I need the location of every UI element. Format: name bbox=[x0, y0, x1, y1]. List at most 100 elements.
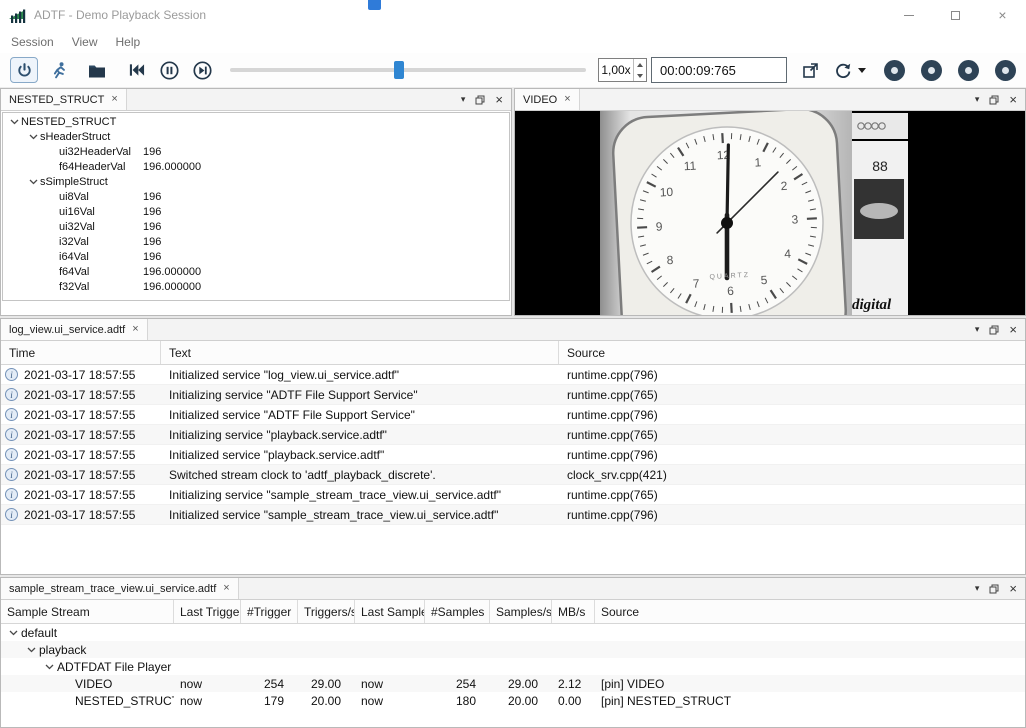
menu-item[interactable]: Help bbox=[107, 35, 150, 49]
float-panel-button[interactable] bbox=[989, 95, 999, 105]
timeline-slider[interactable] bbox=[230, 59, 586, 81]
marker-button-1[interactable] bbox=[884, 60, 905, 81]
tab-close-icon[interactable]: × bbox=[132, 324, 138, 335]
log-row[interactable]: i 2021-03-17 18:57:55 Initialized servic… bbox=[1, 445, 1025, 465]
log-row[interactable]: i 2021-03-17 18:57:55 Initializing servi… bbox=[1, 425, 1025, 445]
trace-row[interactable]: VIDEO now25429.00now25429.002.12[pin] VI… bbox=[1, 675, 1025, 692]
tree-row[interactable]: f32Val 196.000000 bbox=[3, 279, 509, 294]
skip-to-end-button[interactable] bbox=[189, 57, 215, 83]
tree-row[interactable]: i64Val 196 bbox=[3, 249, 509, 264]
trace-row[interactable]: ADTFDAT File Player bbox=[1, 658, 1025, 675]
log-row[interactable]: i 2021-03-17 18:57:55 Initialized servic… bbox=[1, 405, 1025, 425]
trace-column-header[interactable]: #Samples bbox=[425, 600, 490, 623]
power-toggle-button[interactable] bbox=[10, 57, 38, 83]
playback-speed-spinbox[interactable]: 1,00x bbox=[598, 58, 647, 82]
float-panel-button[interactable] bbox=[475, 95, 485, 105]
log-column-header[interactable]: Time bbox=[1, 341, 161, 364]
log-row[interactable]: i 2021-03-17 18:57:55 Initialized servic… bbox=[1, 365, 1025, 385]
trace-row[interactable]: NESTED_STRUCT now17920.00now18020.000.00… bbox=[1, 692, 1025, 709]
tab-log-view[interactable]: log_view.ui_service.adtf × bbox=[1, 319, 148, 340]
float-panel-button[interactable] bbox=[989, 325, 999, 335]
tab-close-icon[interactable]: × bbox=[223, 583, 229, 594]
tree-expand-chevron[interactable] bbox=[26, 179, 40, 185]
playback-time-display[interactable]: 00:00:09:765 bbox=[651, 57, 787, 83]
log-row[interactable]: i 2021-03-17 18:57:55 Initializing servi… bbox=[1, 485, 1025, 505]
log-row[interactable]: i 2021-03-17 18:57:55 Switched stream cl… bbox=[1, 465, 1025, 485]
tree-row[interactable]: f64HeaderVal 196.000000 bbox=[3, 159, 509, 174]
close-panel-button[interactable]: × bbox=[495, 93, 503, 106]
skip-to-start-button[interactable] bbox=[123, 57, 149, 83]
tree-expand-chevron[interactable] bbox=[7, 119, 21, 125]
tab-close-icon[interactable]: × bbox=[111, 94, 117, 105]
tree-row[interactable]: f64Val 196.000000 bbox=[3, 264, 509, 279]
trace-column-header[interactable]: #Trigger bbox=[241, 600, 298, 623]
tree-row[interactable]: ui8Val 196 bbox=[3, 189, 509, 204]
tree-row[interactable]: ui16Val 196 bbox=[3, 204, 509, 219]
trace-column-header[interactable]: Sample Stream bbox=[1, 600, 174, 623]
column-header-label: Last Sample bbox=[361, 605, 425, 619]
tree-row[interactable]: i32Val 196 bbox=[3, 234, 509, 249]
timeline-slider-handle[interactable] bbox=[394, 61, 404, 79]
tree-node-label: i32Val bbox=[59, 236, 89, 248]
panel-controls: ▾ × bbox=[453, 89, 511, 110]
loop-options-dropdown[interactable] bbox=[858, 68, 866, 73]
tab-nested-struct[interactable]: NESTED_STRUCT × bbox=[1, 89, 127, 110]
log-source: clock_srv.cpp(421) bbox=[559, 468, 1025, 482]
panel-menu-button[interactable]: ▾ bbox=[975, 325, 980, 334]
menu-item[interactable]: Session bbox=[2, 35, 63, 49]
pause-button[interactable] bbox=[156, 57, 182, 83]
trace-column-header[interactable]: Source bbox=[595, 600, 1025, 623]
close-button[interactable]: × bbox=[979, 0, 1026, 30]
panel-menu-button[interactable]: ▾ bbox=[975, 584, 980, 593]
loop-playback-button[interactable] bbox=[830, 57, 856, 83]
card-digital-text: digital bbox=[852, 297, 892, 313]
tree-row[interactable]: sHeaderStruct bbox=[3, 129, 509, 144]
panel-menu-button[interactable]: ▾ bbox=[975, 95, 980, 104]
menu-item[interactable]: View bbox=[63, 35, 107, 49]
trace-column-header[interactable]: Samples/s bbox=[490, 600, 552, 623]
tree-row[interactable]: sSimpleStruct bbox=[3, 174, 509, 189]
tree-row[interactable]: ui32Val 196 bbox=[3, 219, 509, 234]
maximize-button[interactable] bbox=[932, 0, 979, 30]
close-panel-button[interactable]: × bbox=[1009, 323, 1017, 336]
trace-column-header[interactable]: Triggers/s bbox=[298, 600, 355, 623]
close-panel-button[interactable]: × bbox=[1009, 582, 1017, 595]
log-row[interactable]: i 2021-03-17 18:57:55 Initializing servi… bbox=[1, 385, 1025, 405]
tree-row[interactable]: NESTED_STRUCT bbox=[3, 114, 509, 129]
log-table-header: Time Text Source bbox=[1, 341, 1025, 365]
panel-menu-button[interactable]: ▾ bbox=[461, 95, 466, 104]
log-column-header[interactable]: Source bbox=[559, 341, 1025, 364]
log-time: 2021-03-17 18:57:55 bbox=[24, 408, 135, 422]
log-time-cell: i 2021-03-17 18:57:55 bbox=[1, 488, 161, 502]
detach-view-button[interactable] bbox=[797, 57, 823, 83]
trace-row[interactable]: default bbox=[1, 624, 1025, 641]
open-file-button[interactable] bbox=[84, 57, 110, 83]
tab-video[interactable]: VIDEO × bbox=[515, 89, 580, 110]
tab-close-icon[interactable]: × bbox=[564, 94, 570, 105]
stream-label: NESTED_STRUCT bbox=[75, 694, 174, 708]
tree-expand-chevron[interactable] bbox=[41, 664, 57, 670]
marker-button-4[interactable] bbox=[995, 60, 1016, 81]
minimize-button[interactable] bbox=[885, 0, 932, 30]
trace-column-header[interactable]: MB/s bbox=[552, 600, 595, 623]
tree-expand-chevron[interactable] bbox=[23, 647, 39, 653]
marker-button-3[interactable] bbox=[958, 60, 979, 81]
float-panel-button[interactable] bbox=[989, 584, 999, 594]
pause-icon bbox=[160, 61, 179, 80]
tree-expand-chevron[interactable] bbox=[26, 134, 40, 140]
marker-button-2[interactable] bbox=[921, 60, 942, 81]
run-session-button[interactable] bbox=[45, 57, 71, 83]
timeline-slider-track[interactable] bbox=[230, 68, 586, 72]
log-panel: log_view.ui_service.adtf × ▾ × Time Text bbox=[0, 318, 1026, 575]
speed-up-button[interactable] bbox=[634, 59, 646, 70]
tree-row[interactable]: ui32HeaderVal 196 bbox=[3, 144, 509, 159]
close-panel-button[interactable]: × bbox=[1009, 93, 1017, 106]
log-row[interactable]: i 2021-03-17 18:57:55 Initialized servic… bbox=[1, 505, 1025, 525]
tab-sample-stream-trace[interactable]: sample_stream_trace_view.ui_service.adtf… bbox=[1, 578, 239, 599]
trace-column-header[interactable]: Last Trigger bbox=[174, 600, 241, 623]
log-column-header[interactable]: Text bbox=[161, 341, 559, 364]
tree-expand-chevron[interactable] bbox=[5, 630, 21, 636]
speed-down-button[interactable] bbox=[634, 70, 646, 81]
trace-column-header[interactable]: Last Sample bbox=[355, 600, 425, 623]
trace-row[interactable]: playback bbox=[1, 641, 1025, 658]
